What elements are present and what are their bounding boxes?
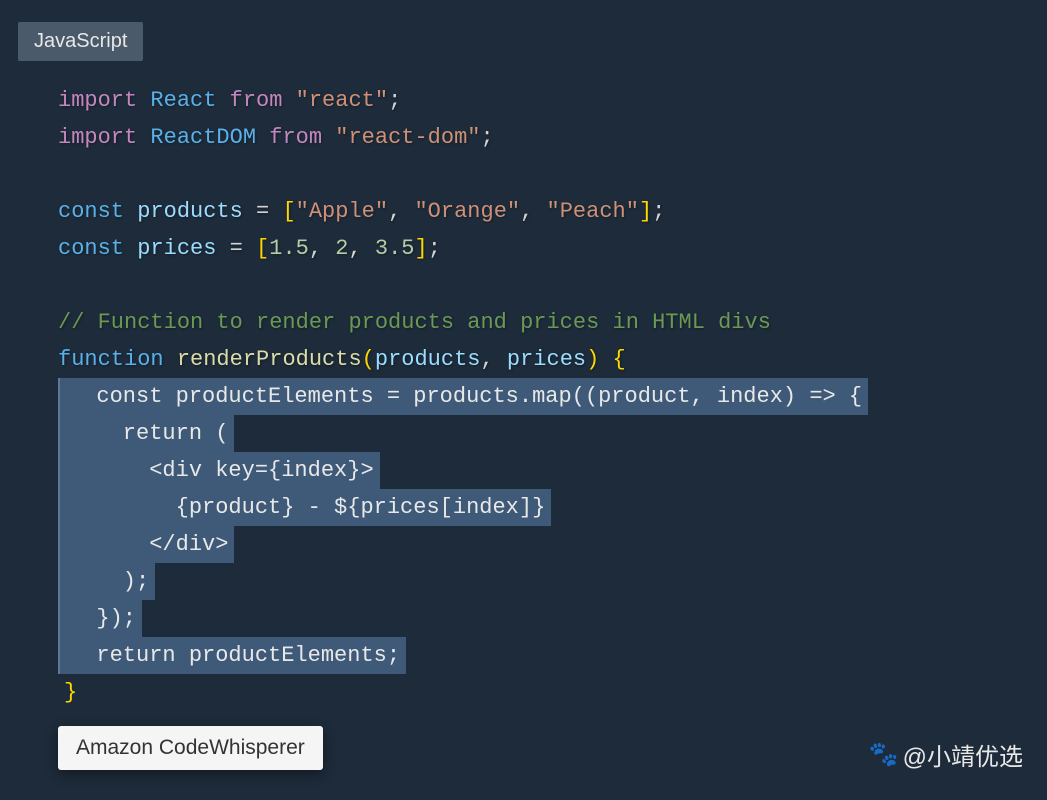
suggestion-line-8: return productElements; xyxy=(58,637,406,674)
code-line-8: function renderProducts(products, prices… xyxy=(58,341,1017,378)
suggestion-line-2: return ( xyxy=(58,415,234,452)
suggestion-line-6: ); xyxy=(58,563,155,600)
code-line-4: const products = ["Apple", "Orange", "Pe… xyxy=(58,193,1017,230)
suggestion-line-1: const productElements = products.map((pr… xyxy=(58,378,868,415)
suggestion-line-5: </div> xyxy=(58,526,234,563)
watermark: 🐾@小靖优选 xyxy=(869,737,1023,772)
close-brace: } xyxy=(54,674,1017,711)
code-suggestion-block[interactable]: const productElements = products.map((pr… xyxy=(58,378,1017,674)
code-line-6 xyxy=(58,267,1017,304)
code-editor[interactable]: import React from "react"; import ReactD… xyxy=(58,82,1017,711)
language-tab[interactable]: JavaScript xyxy=(18,22,143,61)
suggestion-line-7: }); xyxy=(58,600,142,637)
suggestion-line-3: <div key={index}> xyxy=(58,452,380,489)
suggestion-line-4: {product} - ${prices[index]} xyxy=(58,489,551,526)
watermark-text: @小靖优选 xyxy=(903,737,1023,772)
code-line-3 xyxy=(58,156,1017,193)
code-line-7: // Function to render products and price… xyxy=(58,304,1017,341)
paw-icon: 🐾 xyxy=(869,740,899,769)
code-line-5: const prices = [1.5, 2, 3.5]; xyxy=(58,230,1017,267)
codewhisperer-tooltip: Amazon CodeWhisperer xyxy=(58,726,323,770)
code-line-1: import React from "react"; xyxy=(58,82,1017,119)
code-line-2: import ReactDOM from "react-dom"; xyxy=(58,119,1017,156)
